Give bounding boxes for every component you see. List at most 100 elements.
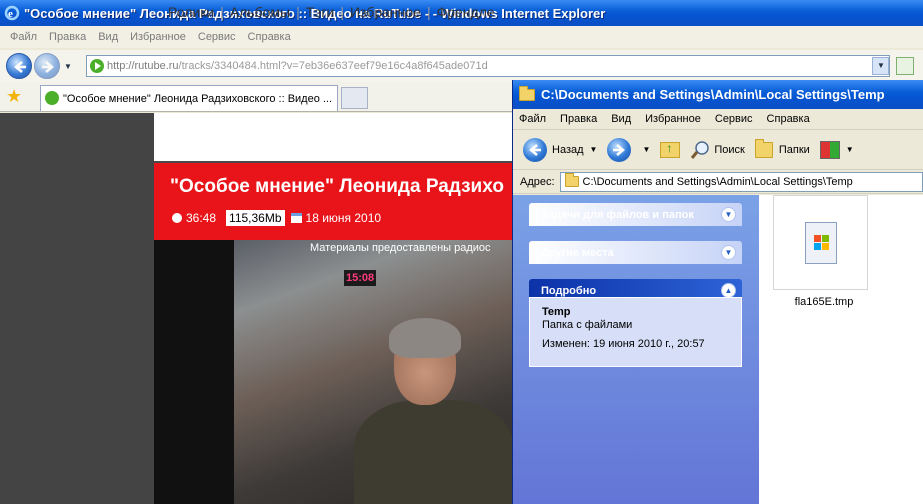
ex-menu-file[interactable]: Файл <box>519 113 546 125</box>
forward-dropdown-icon[interactable]: ▼ <box>642 145 650 154</box>
explorer-window: C:\Documents and Settings\Admin\Local Se… <box>512 80 923 504</box>
chevron-up-icon[interactable]: ▲ <box>721 283 736 298</box>
forward-button[interactable] <box>34 53 60 79</box>
tab-favicon <box>45 91 59 105</box>
folder-icon <box>519 85 535 101</box>
nav-tags[interactable]: Тэги <box>306 4 335 20</box>
chevron-down-icon[interactable]: ▼ <box>721 245 736 260</box>
video-player[interactable]: 15:08 Материалы предоставлены радиос <box>154 240 514 504</box>
nav-friendfeed[interactable]: Френдле <box>437 4 495 20</box>
ie-address-bar[interactable]: http://rutube.ru/tracks/3340484.html?v=7… <box>86 55 890 77</box>
forward-arrow-icon <box>607 137 632 162</box>
site-nav: Ролики | Альбомы | Тэги | Избранное | Френдл… <box>168 4 495 20</box>
file-tasks-header[interactable]: Задачи для файлов и папок ▼ <box>529 203 742 226</box>
person-body <box>354 400 514 504</box>
details-name: Temp <box>542 306 571 318</box>
explorer-title-bar: C:\Documents and Settings\Admin\Local Se… <box>513 80 923 109</box>
ie-address-row: ▼ http://rutube.ru/tracks/3340484.html?v… <box>0 50 923 82</box>
video-frame: 15:08 <box>234 240 514 504</box>
rutube-favicon <box>90 59 104 73</box>
task-pane: Задачи для файлов и папок ▼ Другие места… <box>513 195 759 504</box>
details-panel: Temp Папка с файлами Изменен: 19 июня 20… <box>529 297 742 367</box>
tab-rutube[interactable]: "Особое мнение" Леонида Радзиховского ::… <box>40 85 338 111</box>
ie-menu-view[interactable]: Вид <box>98 31 118 43</box>
folders-icon <box>754 138 773 158</box>
address-dropdown-button[interactable]: ▼ <box>872 57 889 75</box>
ex-menu-edit[interactable]: Правка <box>560 113 597 125</box>
up-folder-icon: ↑ <box>660 141 681 158</box>
video-title[interactable]: "Особое мнение" Леонида Радзихо <box>170 176 504 198</box>
views-dropdown-icon: ▼ <box>845 145 854 154</box>
new-tab-button[interactable] <box>341 87 368 109</box>
ex-back-label: Назад <box>552 143 584 156</box>
back-dropdown-icon[interactable]: ▼ <box>590 145 598 154</box>
explorer-title: C:\Documents and Settings\Admin\Local Se… <box>541 87 885 102</box>
file-item[interactable] <box>773 195 868 290</box>
address-path: /tracks/3340484.html?v=7eb36e637eef79e16… <box>178 60 488 72</box>
details-type: Папка с файлами <box>542 319 633 331</box>
folders-button[interactable]: Папки <box>754 138 810 158</box>
back-button[interactable] <box>6 53 32 79</box>
explorer-address-value: C:\Documents and Settings\Admin\Local Se… <box>582 175 853 188</box>
ie-menu-bar: Файл Правка Вид Избранное Сервис Справка <box>0 26 923 48</box>
ie-menu-help[interactable]: Справка <box>248 31 291 43</box>
explorer-body: Задачи для файлов и папок ▼ Другие места… <box>513 195 923 504</box>
folders-label: Папки <box>778 143 810 156</box>
views-icon <box>819 140 840 159</box>
history-dropdown-icon[interactable]: ▼ <box>64 62 72 71</box>
back-arrow-icon <box>523 137 547 162</box>
ex-back-button[interactable]: Назад ▼ <box>523 137 598 162</box>
search-button[interactable]: Поиск <box>690 140 745 160</box>
favorites-star-icon[interactable]: ★ <box>6 87 22 105</box>
search-label: Поиск <box>714 143 745 156</box>
explorer-address-bar: Адрес: C:\Documents and Settings\Admin\L… <box>513 170 923 194</box>
file-list: fla165E.tmp <box>759 195 923 504</box>
ie-menu-tools[interactable]: Сервис <box>198 31 236 43</box>
compatibility-icon[interactable] <box>896 57 914 75</box>
site-nav-strip <box>154 113 514 161</box>
tmp-file-icon <box>805 222 837 264</box>
nav-favorites[interactable]: Избранное <box>350 4 421 20</box>
clock-icon <box>172 213 182 223</box>
other-places-label: Другие места <box>541 246 614 259</box>
studio-clock: 15:08 <box>344 270 377 286</box>
back-arrow-icon <box>14 61 26 73</box>
ie-menu-edit[interactable]: Правка <box>49 31 86 43</box>
ex-menu-favorites[interactable]: Избранное <box>645 113 701 125</box>
person-hair <box>389 318 461 358</box>
address-host: http://rutube.ru <box>107 60 179 72</box>
other-places-header[interactable]: Другие места ▼ <box>529 241 742 264</box>
ie-menu-file[interactable]: Файл <box>10 31 37 43</box>
calendar-icon <box>290 213 302 223</box>
file-name[interactable]: fla165E.tmp <box>759 296 889 308</box>
file-tasks-label: Задачи для файлов и папок <box>541 208 694 221</box>
up-folder-button[interactable]: ↑ <box>660 141 681 158</box>
nav-videos[interactable]: Ролики <box>168 4 214 20</box>
svg-text:e: e <box>8 8 13 20</box>
ie-menu-favorites[interactable]: Избранное <box>130 31 186 43</box>
ex-menu-help[interactable]: Справка <box>767 113 810 125</box>
forward-arrow-icon <box>42 61 54 73</box>
chevron-down-icon[interactable]: ▼ <box>721 207 736 222</box>
video-size-badge: 115,36Mb <box>226 210 285 226</box>
search-icon <box>690 140 710 160</box>
ex-menu-tools[interactable]: Сервис <box>715 113 753 125</box>
address-label: Адрес: <box>520 175 555 188</box>
explorer-address-input[interactable]: C:\Documents and Settings\Admin\Local Se… <box>559 171 923 192</box>
details-label: Подробно <box>541 284 597 297</box>
ex-forward-button[interactable]: ▼ <box>607 137 650 162</box>
ex-menu-view[interactable]: Вид <box>611 113 631 125</box>
details-modified: Изменен: 19 июня 2010 г., 20:57 <box>542 338 705 350</box>
explorer-menu-bar: Файл Правка Вид Избранное Сервис Справка <box>513 109 923 130</box>
explorer-toolbar: Назад ▼ ▼ ↑ Поиск Папки ▼ <box>513 130 923 170</box>
video-caption: Материалы предоставлены радиос <box>310 242 491 254</box>
address-folder-icon <box>564 173 579 187</box>
nav-albums[interactable]: Альбомы <box>230 4 290 20</box>
video-date: 18 июня 2010 <box>305 211 382 225</box>
video-meta: 36:48 115,36Mb 18 июня 2010 <box>172 210 381 226</box>
video-header-block <box>154 163 514 240</box>
ie-logo-icon: e <box>4 5 20 21</box>
video-duration: 36:48 <box>186 211 217 225</box>
windows-logo-icon <box>814 235 829 250</box>
views-button[interactable]: ▼ <box>819 140 854 159</box>
